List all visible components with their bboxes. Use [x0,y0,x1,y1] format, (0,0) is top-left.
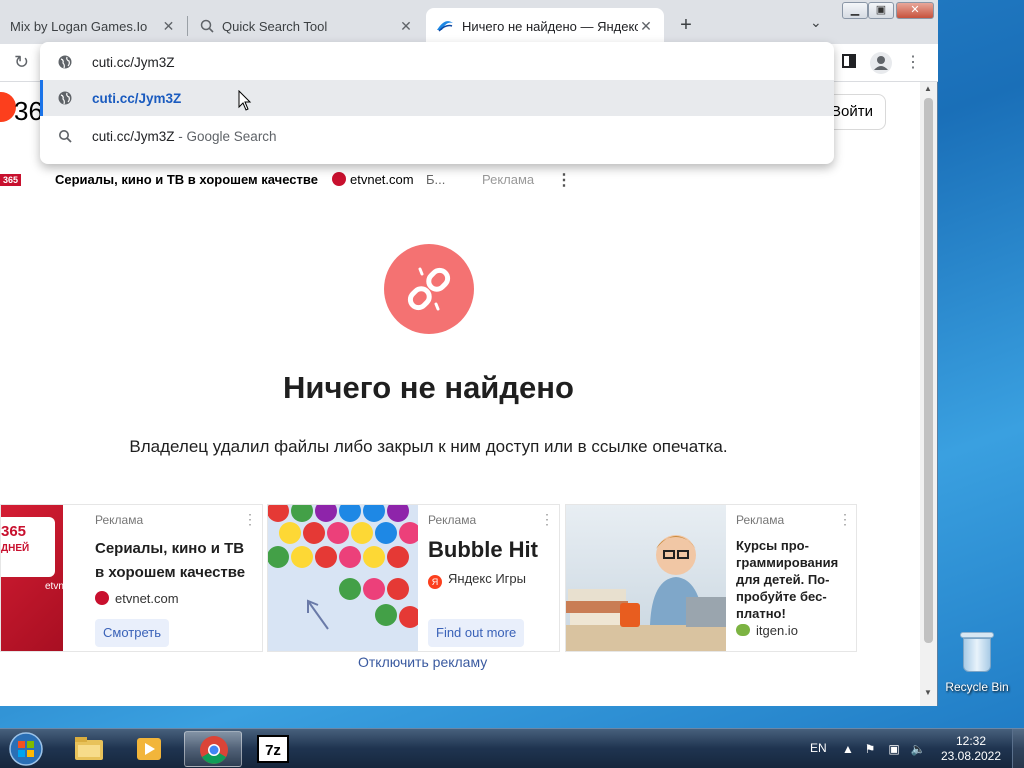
recycle-bin-icon [960,628,994,674]
tab-title: Quick Search Tool [222,18,328,34]
itgen-logo-icon [736,624,750,636]
ad-menu-icon[interactable]: ⋮ [838,511,852,528]
close-icon[interactable]: ✕ [398,18,414,35]
page-scrollbar[interactable]: ▲ ▼ [920,82,937,706]
suggestion-url[interactable]: cuti.cc/Jym3Z [40,80,834,116]
tab-strip: Mix by Logan Games.Io ✕ Quick Search Too… [0,0,938,44]
globe-icon [58,55,72,69]
watch-button[interactable]: Смотреть [95,619,169,647]
7zip-taskbar-icon[interactable]: 7z [244,731,302,767]
tab-logan-games[interactable]: Mix by Logan Games.Io ✕ [0,8,186,44]
chrome-taskbar-icon[interactable] [184,731,242,767]
omnibox-query: cuti.cc/Jym3Z [92,55,175,70]
omnibox-dropdown: cuti.cc/Jym3Z cuti.cc/Jym3Z cuti.cc/Jym3… [40,42,834,164]
find-out-more-button[interactable]: Find out more [428,619,525,647]
ad-source: itgen.io [736,623,798,638]
recycle-bin[interactable]: Recycle Bin [942,628,1012,694]
window-close-button[interactable]: ✕ [896,2,934,19]
ad-label: Реклама [428,513,477,527]
ad-thumbnail: 365 [0,168,32,188]
broken-link-icon [384,244,474,334]
action-center-icon[interactable]: ⚑ [862,742,878,756]
ad-text: Сериалы, кино и ТВ в хорошем качестве [55,172,318,187]
tab-yandex-disk[interactable]: Ничего не найдено — Яндекс.Д ✕ [426,8,664,44]
browser-window: Mix by Logan Games.Io ✕ Quick Search Too… [0,0,938,706]
search-icon [200,19,214,33]
mouse-cursor-icon [238,90,252,111]
page-content: 36 Войти 365 Сериалы, кино и ТВ в хороше… [0,82,920,706]
clock-time: 12:32 [955,734,987,748]
ad-card-image: 365 ДНЕЙ etvnet [1,505,63,651]
error-description: Владелец удалил файлы либо закрыл к ним … [129,437,728,456]
suggestion-text: cuti.cc/Jym3Z [92,91,182,106]
recycle-bin-label: Recycle Bin [945,680,1009,694]
search-icon [59,130,72,143]
minimize-button[interactable]: ▁ [842,2,868,19]
new-tab-button[interactable]: + [676,14,696,37]
taskbar: 7z EN ▲ ⚑ ▣ 🔈 12:32 23.08.2022 [0,728,1024,768]
ad-label: Реклама [95,513,144,527]
globe-icon [58,91,72,105]
start-button[interactable] [4,731,48,767]
ad-source: etvnet.com [95,591,179,606]
ad-domain: etvnet.com [332,172,414,187]
suggestion-text: cuti.cc/Jym3Z - Google Search [92,129,277,144]
svg-text:7z: 7z [265,742,281,759]
scroll-down-icon[interactable]: ▼ [924,688,932,697]
ad-title: Bubble Hit [428,537,538,562]
etvnet-logo-icon [332,172,346,186]
yandex-games-icon: Я [428,575,442,589]
browser-menu-icon[interactable]: ⋮ [904,54,922,72]
ad-card-etvnet[interactable]: 365 ДНЕЙ etvnet Реклама ⋮ Сериалы, кино … [0,504,263,652]
media-player-taskbar-icon[interactable] [120,731,178,767]
ad-menu-icon[interactable]: ⋮ [243,511,257,528]
volume-icon[interactable]: 🔈 [910,742,926,756]
scroll-thumb[interactable] [924,98,933,643]
ad-label: Реклама [736,513,785,527]
ad-extra: Б... [426,172,446,187]
omnibox-input[interactable]: cuti.cc/Jym3Z [40,44,834,80]
close-icon[interactable]: ✕ [638,18,654,35]
close-icon[interactable]: ✕ [161,18,176,35]
ad-menu-icon[interactable]: ⋮ [540,511,554,528]
clock[interactable]: 12:32 23.08.2022 [936,734,1006,764]
disable-ads-link[interactable]: Отключить рекламу [358,654,487,670]
ad-card-bubble-hit[interactable]: Реклама ⋮ Bubble Hit Я Яндекс Игры Find o… [267,504,560,652]
side-panel-icon[interactable] [840,54,858,72]
ad-title: Сериалы, кино и ТВ в хорошем качестве [95,540,246,581]
reload-icon[interactable]: ↻ [14,52,29,73]
tray-expand-icon[interactable]: ▲ [840,742,856,756]
etvnet-logo-icon [95,591,109,605]
suggestion-google-search[interactable]: cuti.cc/Jym3Z - Google Search [40,118,834,154]
language-indicator[interactable]: EN [810,741,827,755]
profile-avatar-icon[interactable] [870,52,892,74]
ad-menu-icon[interactable]: ⋮ [556,170,572,190]
tab-title: Ничего не найдено — Яндекс.Д [462,18,638,34]
ad-card-itgen[interactable]: Реклама ⋮ Курсы про- граммирования для д… [565,504,857,652]
explorer-taskbar-icon[interactable] [60,731,118,767]
yandex-disk-favicon [437,21,453,32]
error-title: Ничего не найдено [283,370,574,405]
logo-text: 36 [14,96,43,126]
tab-search-button[interactable]: ⌄ [810,14,822,31]
tab-quick-search[interactable]: Quick Search Tool ✕ [190,8,424,44]
child-laptop-image [566,505,726,651]
ad-label: Реклама [482,172,535,187]
maximize-button[interactable]: ▣ [868,2,894,19]
bubble-game-image [268,505,418,651]
ad-source: Я Яндекс Игры [428,571,526,589]
show-desktop-button[interactable] [1012,729,1024,768]
scroll-up-icon[interactable]: ▲ [924,84,932,93]
top-ad-banner[interactable]: 365 Сериалы, кино и ТВ в хорошем качеств… [0,168,600,192]
ad-title: Курсы про- граммирования для детей. По- … [736,538,839,621]
network-icon[interactable]: ▣ [886,742,902,756]
tab-title: Mix by Logan Games.Io [10,18,148,34]
clock-date: 23.08.2022 [940,749,1002,763]
